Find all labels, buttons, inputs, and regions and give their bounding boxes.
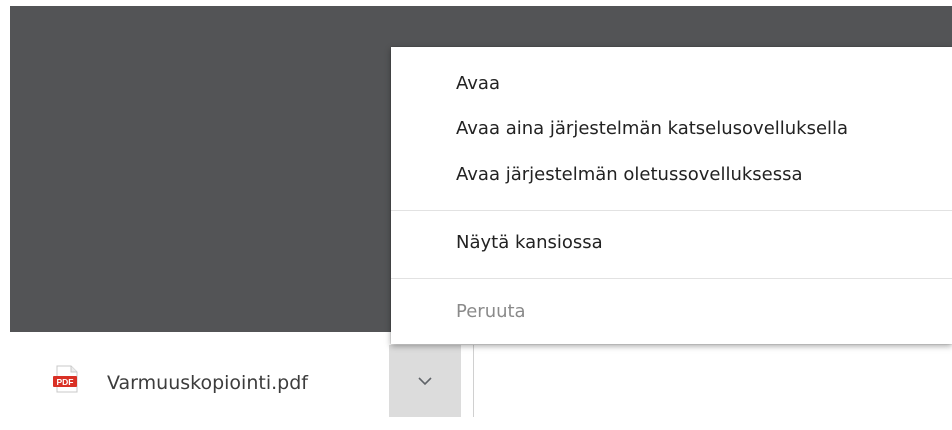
menu-item-show-in-folder[interactable]: Näytä kansiossa <box>456 232 603 253</box>
menu-item-always-open-system-viewer[interactable]: Avaa aina järjestelmän katselusovellukse… <box>456 118 848 139</box>
browser-window: PDF Varmuuskopiointi.pdf Avaa Avaa aina … <box>0 0 952 430</box>
chevron-down-icon <box>418 377 432 386</box>
pdf-file-icon: PDF <box>52 365 80 393</box>
menu-item-cancel[interactable]: Peruuta <box>456 301 526 322</box>
download-menu-button[interactable] <box>389 345 461 417</box>
download-file-name[interactable]: Varmuuskopiointi.pdf <box>107 372 308 394</box>
download-context-menu: Avaa Avaa aina järjestelmän katselusovel… <box>391 47 952 344</box>
download-item-divider <box>473 345 474 417</box>
pdf-icon-label: PDF <box>57 377 74 387</box>
menu-separator <box>391 278 952 279</box>
menu-separator <box>391 210 952 211</box>
menu-item-open-default-app[interactable]: Avaa järjestelmän oletussovelluksessa <box>456 164 803 185</box>
pdf-file-icon-graphic: PDF <box>53 365 78 393</box>
menu-item-open[interactable]: Avaa <box>456 73 500 94</box>
